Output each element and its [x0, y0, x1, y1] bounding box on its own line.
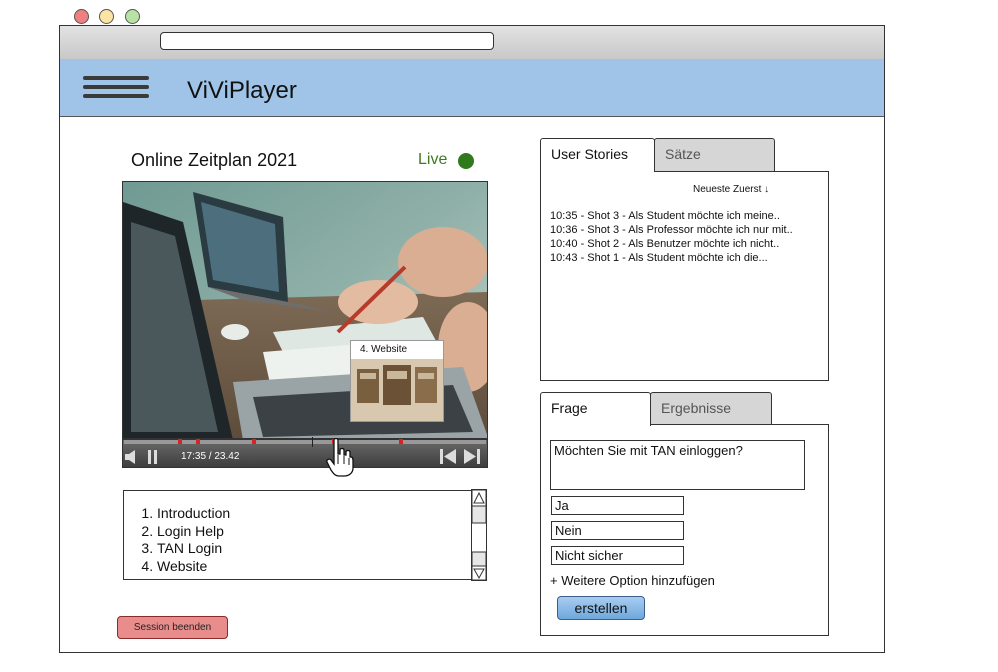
preview-image: [351, 359, 443, 421]
chapter-item[interactable]: Website: [157, 558, 230, 576]
app-header: [60, 59, 884, 117]
seek-playhead[interactable]: [312, 437, 313, 447]
chapter-list: Introduction Login Help TAN Login Websit…: [123, 490, 487, 580]
chapter-item[interactable]: Introduction: [157, 505, 230, 523]
user-stories-list: 10:35 - Shot 3 - Als Student möchte ich …: [550, 209, 793, 265]
scrollbar-graphic: [471, 489, 487, 581]
list-item[interactable]: 10:36 - Shot 3 - Als Professor möchte ic…: [550, 223, 793, 237]
address-bar[interactable]: [160, 32, 494, 50]
end-session-button[interactable]: Session beenden: [117, 616, 228, 639]
preview-label: 4. Website: [360, 344, 408, 355]
chapter-marker[interactable]: [196, 439, 201, 444]
chapter-marker[interactable]: [178, 439, 183, 444]
chapter-item[interactable]: TAN Login: [157, 540, 230, 558]
option-field[interactable]: Ja: [551, 496, 684, 515]
chapter-marker[interactable]: [398, 439, 403, 444]
option-field[interactable]: Nein: [551, 521, 684, 540]
tab-user-stories[interactable]: User Stories: [540, 138, 655, 172]
skip-back-icon[interactable]: [440, 449, 456, 464]
hand-cursor-icon: [326, 438, 354, 477]
list-item[interactable]: 10:40 - Shot 2 - Als Benutzer möchte ich…: [550, 237, 793, 251]
skip-forward-icon[interactable]: [464, 449, 480, 464]
sort-toggle[interactable]: Neueste Zuerst ↓: [693, 184, 769, 195]
chapter-scrollbar[interactable]: [471, 489, 487, 581]
close-window-button[interactable]: [74, 9, 89, 24]
playback-time: 17:35 / 23.42: [181, 451, 240, 462]
minimize-window-button[interactable]: [99, 9, 114, 24]
scroll-thumb: [471, 505, 487, 524]
tab-saetze[interactable]: Sätze: [654, 138, 775, 171]
question-input[interactable]: Möchten Sie mit TAN einloggen?: [550, 440, 805, 490]
menu-icon[interactable]: [83, 76, 149, 100]
session-title: Online Zeitplan 2021: [131, 150, 298, 170]
live-label: Live: [418, 151, 448, 168]
option-field[interactable]: Nicht sicher: [551, 546, 684, 565]
tab-frage[interactable]: Frage: [540, 392, 651, 426]
chapter-marker[interactable]: [252, 439, 257, 444]
list-item[interactable]: 10:43 - Shot 1 - Als Student möchte ich …: [550, 251, 793, 265]
chapter-item[interactable]: Login Help: [157, 523, 230, 541]
list-item[interactable]: 10:35 - Shot 3 - Als Student möchte ich …: [550, 209, 793, 223]
app-title: ViViPlayer: [187, 77, 297, 104]
live-indicator-icon: [458, 153, 474, 169]
create-button[interactable]: erstellen: [557, 596, 645, 620]
volume-icon[interactable]: [125, 450, 137, 464]
pause-icon[interactable]: [148, 450, 158, 464]
add-option-link[interactable]: + Weitere Option hinzufügen: [550, 573, 715, 588]
maximize-window-button[interactable]: [125, 9, 140, 24]
tab-ergebnisse[interactable]: Ergebnisse: [650, 392, 772, 425]
user-stories-panel: [540, 171, 829, 381]
